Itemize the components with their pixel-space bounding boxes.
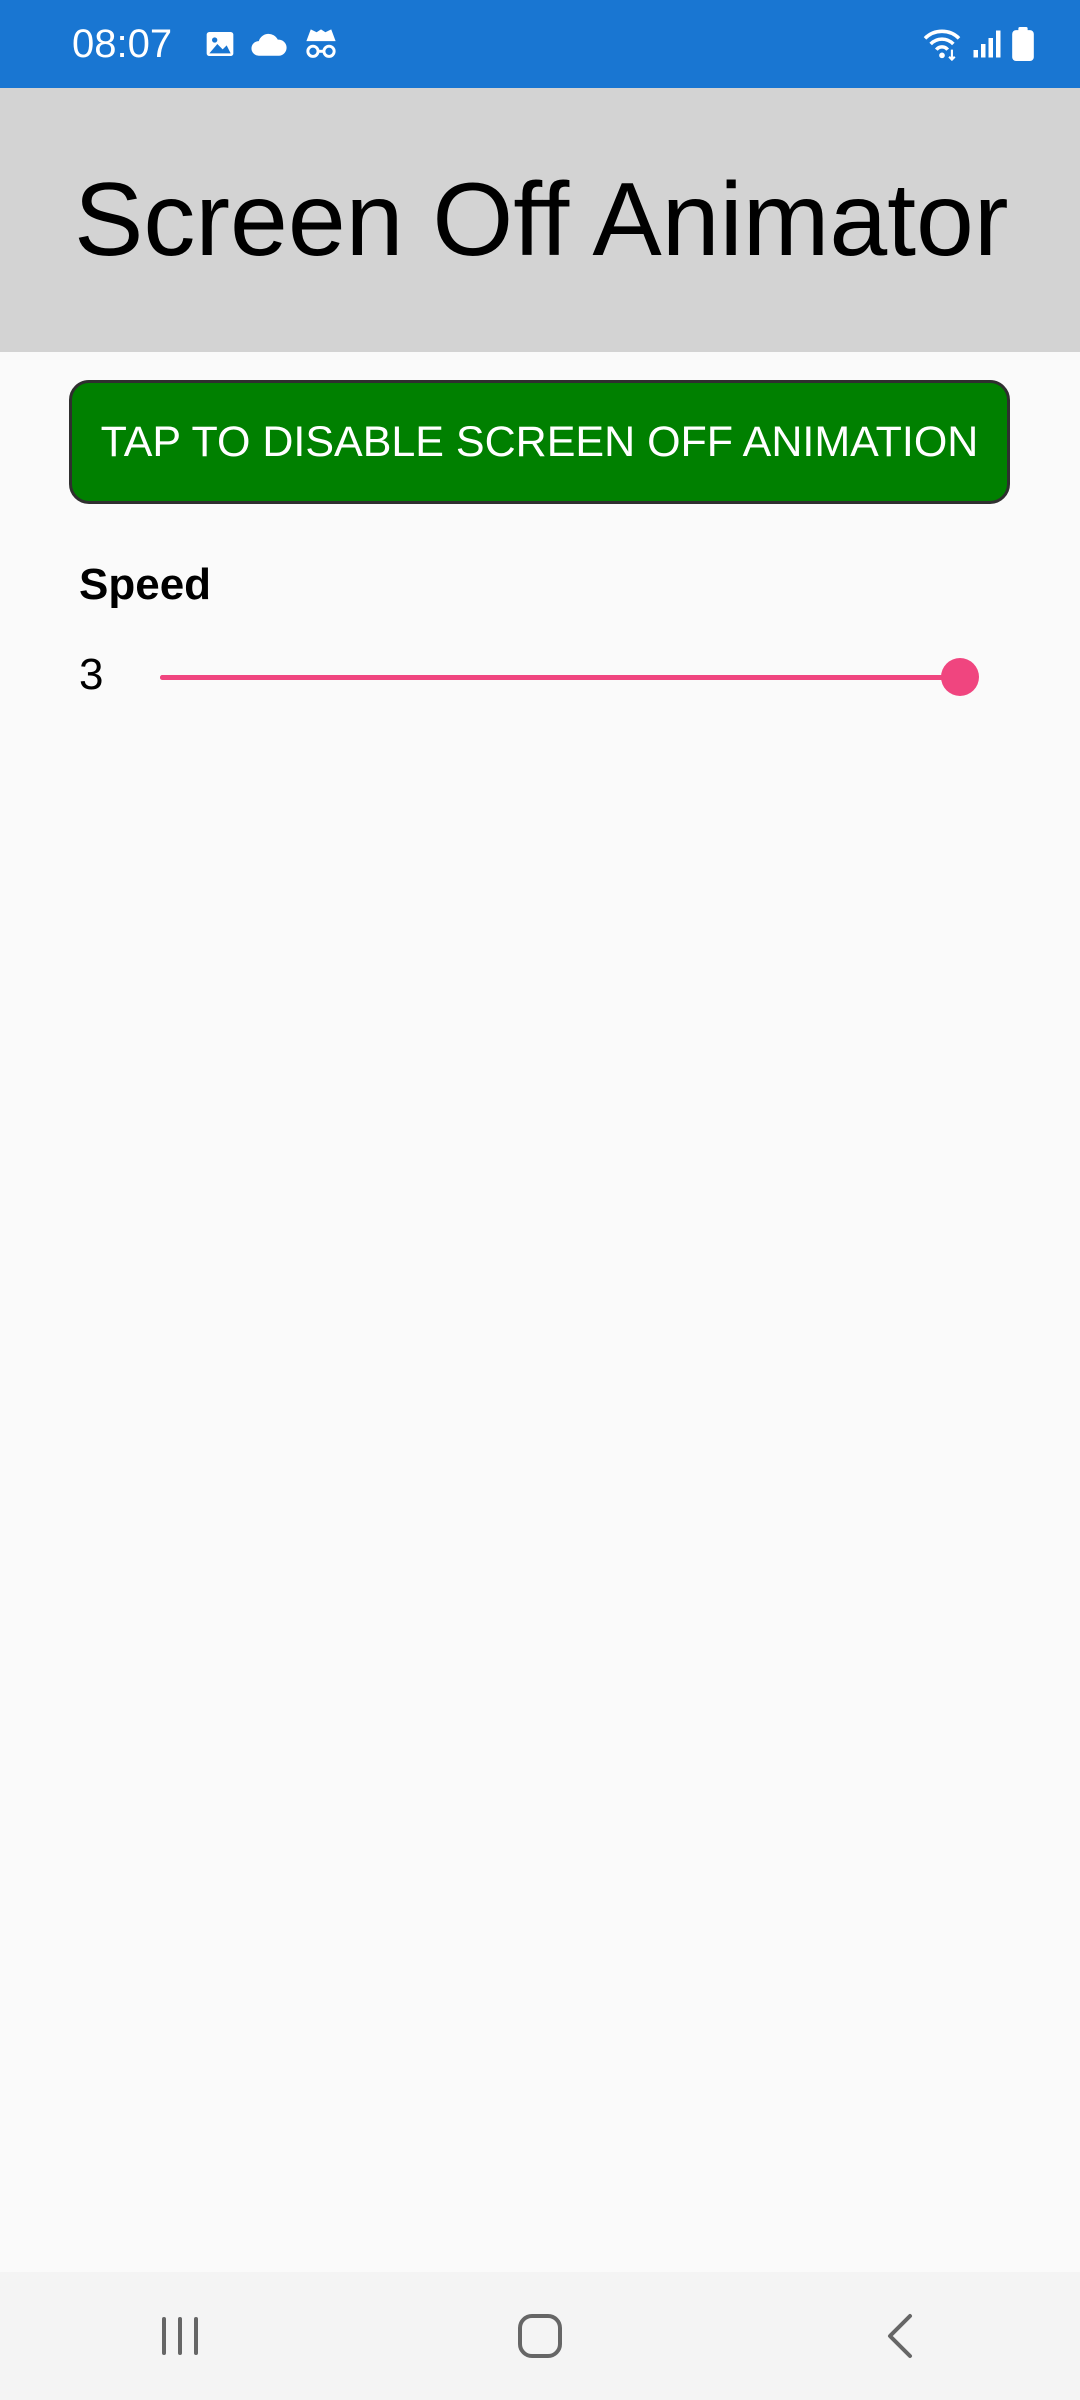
battery-icon <box>1012 27 1034 61</box>
back-icon <box>888 2314 912 2358</box>
recent-apps-icon <box>162 2317 198 2355</box>
status-bar: 08:07 <box>0 0 1080 88</box>
image-icon <box>204 28 236 60</box>
wifi-icon <box>922 27 962 61</box>
recent-apps-button[interactable] <box>120 2291 240 2381</box>
navigation-bar <box>0 2272 1080 2400</box>
status-right <box>912 27 1034 61</box>
signal-icon <box>972 29 1002 59</box>
back-button[interactable] <box>840 2291 960 2381</box>
disable-animation-button[interactable]: TAP TO DISABLE SCREEN OFF ANIMATION <box>69 380 1010 504</box>
slider-thumb[interactable] <box>941 658 979 696</box>
home-icon <box>518 2314 562 2358</box>
cloud-icon <box>250 29 288 59</box>
app-header: Screen Off Animator <box>0 88 1080 352</box>
incognito-icon <box>302 26 340 62</box>
status-time: 08:07 <box>72 21 173 66</box>
slider-fill <box>160 675 960 680</box>
status-left: 08:07 <box>72 22 340 67</box>
app-title: Screen Off Animator <box>74 161 1009 278</box>
home-button[interactable] <box>480 2291 600 2381</box>
speed-label: Speed <box>79 560 212 609</box>
speed-slider[interactable] <box>160 652 980 702</box>
speed-value: 3 <box>79 650 104 699</box>
